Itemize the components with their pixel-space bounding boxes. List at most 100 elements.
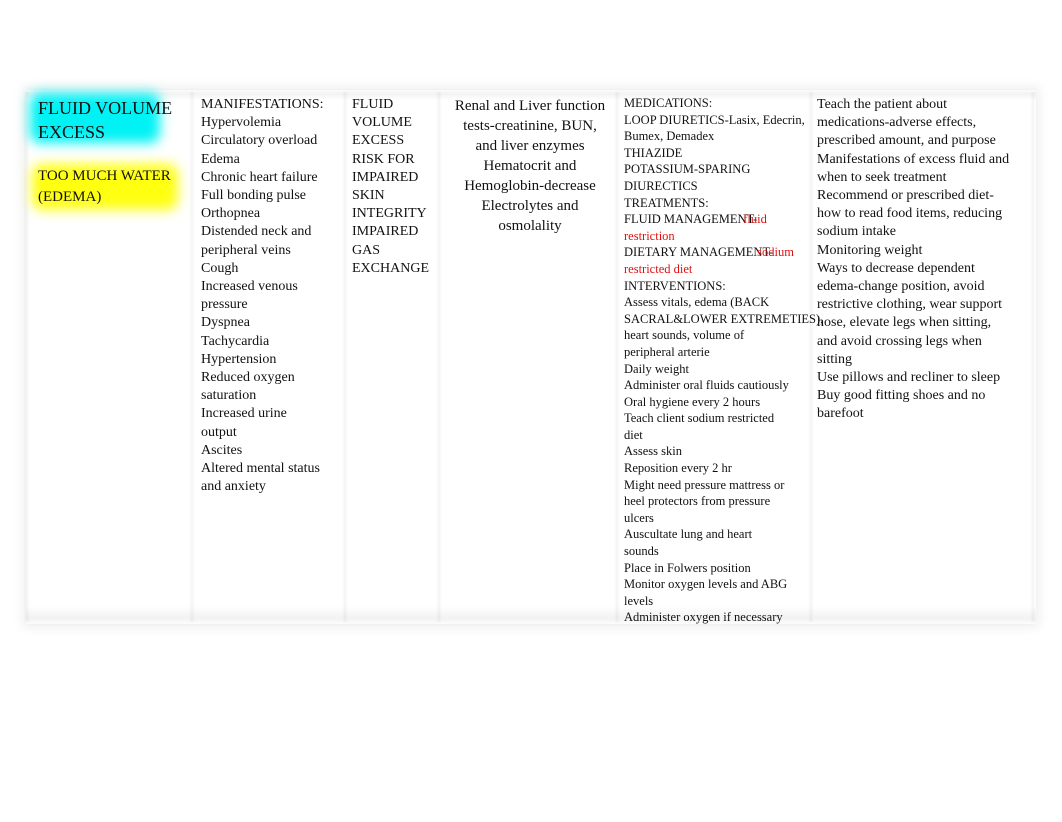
- intervention-line: Place in Folwers position: [624, 560, 751, 575]
- lab-tests-list: Renal and Liver function tests-creatinine…: [446, 96, 614, 236]
- manifestation-item: Increased urine: [201, 406, 287, 422]
- nursing-diagnosis-line: EXCHANGE: [352, 260, 429, 276]
- teaching-line: prescribed amount, and purpose: [817, 133, 996, 149]
- dietary-management-label: DIETARY MANAGEMENT-: [624, 245, 774, 260]
- teaching-line: Ways to decrease dependent: [817, 260, 975, 276]
- intervention-line: Administer oral fluids cautiously: [624, 378, 789, 393]
- manifestations-list: Hypervolemia Circulatory overload Edema Chr…: [201, 114, 341, 496]
- intervention-line: Assess vitals, edema (BACK: [624, 295, 770, 310]
- intervention-line: SACRAL&LOWER EXTREMETIES),: [624, 311, 824, 326]
- medication-line: Bumex, Demadex: [624, 129, 715, 144]
- fluid-management-value: fluid: [743, 212, 767, 227]
- nursing-diagnosis-line: INTEGRITY: [352, 206, 427, 222]
- diagnosis-title-line: EXCESS: [38, 122, 106, 142]
- manifestation-item: saturation: [201, 388, 257, 404]
- intervention-line: peripheral arterie: [624, 344, 710, 359]
- manifestation-item: Hypertension: [201, 351, 277, 367]
- lab-test-line: and liver enzymes: [475, 138, 585, 154]
- lab-test-line: Hemoglobin-decrease: [464, 178, 596, 194]
- teaching-line: when to seek treatment: [817, 169, 947, 185]
- fluid-management-label: FLUID MANAGEMENT-: [624, 212, 758, 227]
- teaching-line: restrictive clothing, wear support: [817, 297, 1003, 313]
- medication-line: POTASSIUM-SPARING: [624, 162, 751, 177]
- nursing-diagnosis-line: IMPAIRED: [352, 169, 419, 185]
- manifestation-item: Ascites: [201, 442, 243, 458]
- medications-heading: MEDICATIONS:: [624, 96, 713, 110]
- diagnosis-subtitle-line: (EDEMA): [38, 189, 102, 205]
- intervention-line: Assess skin: [624, 444, 682, 459]
- intervention-line: Administer oxygen if necessary: [624, 610, 783, 625]
- diagnosis-subtitle: TOO MUCH WATER (EDEMA): [38, 166, 188, 208]
- manifestations-heading: MANIFESTATIONS:: [201, 97, 324, 112]
- teaching-line: Manifestations of excess fluid and: [817, 151, 1010, 167]
- lab-test-line: Renal and Liver function: [454, 98, 606, 114]
- teaching-line: Teach the patient about: [817, 97, 948, 112]
- manifestation-item: and anxiety: [201, 479, 266, 495]
- medication-line: THIAZIDE: [624, 145, 683, 160]
- medication-line: DIURECTICS: [624, 178, 698, 193]
- intervention-line: Auscultate lung and heart: [624, 527, 753, 542]
- column-divider: [24, 92, 30, 622]
- diagnosis-title-line: FLUID VOLUME: [38, 98, 173, 118]
- lab-test-line: tests-creatinine, BUN,: [463, 118, 597, 134]
- nursing-diagnosis-line: GAS: [352, 242, 381, 258]
- intervention-line: Reposition every 2 hr: [624, 461, 732, 476]
- intervention-line: diet: [624, 427, 643, 442]
- lab-test-line: Hematocrit and: [483, 158, 577, 174]
- medication-line: LOOP DIURETICS-Lasix, Edecrin,: [624, 112, 805, 127]
- diagnosis-title: FLUID VOLUME EXCESS: [38, 96, 188, 144]
- nursing-diagnosis-line: IMPAIRED: [352, 224, 419, 240]
- teaching-line: barefoot: [817, 406, 864, 422]
- teaching-line: Buy good fitting shoes and no: [817, 388, 986, 404]
- nursing-diagnosis-line: VOLUME: [352, 115, 412, 131]
- teaching-line: sodium intake: [817, 224, 896, 240]
- manifestation-item: Distended neck and: [201, 224, 312, 240]
- dietary-management-value: sodium: [757, 245, 794, 260]
- intervention-line: Monitor oxygen levels and ABG: [624, 577, 788, 592]
- manifestation-item: Edema: [201, 151, 240, 167]
- lab-tests-column: Renal and Liver function tests-creatinine…: [446, 96, 614, 626]
- manifestation-item: Cough: [201, 260, 239, 276]
- dietary-management-row: DIETARY MANAGEMENT-sodium: [624, 244, 814, 261]
- nursing-diagnosis-line: FLUID: [352, 97, 394, 112]
- manifestation-item: Hypervolemia: [201, 115, 282, 131]
- intervention-line: sounds: [624, 544, 659, 559]
- nursing-diagnosis-line: SKIN: [352, 188, 385, 204]
- fluid-management-value-cont: restriction: [624, 228, 675, 243]
- intervention-line: heel protectors from pressure: [624, 494, 771, 509]
- dietary-management-value-cont: restricted diet: [624, 261, 693, 276]
- intervention-line: ulcers: [624, 510, 654, 525]
- interventions-heading: INTERVENTIONS:: [624, 278, 726, 293]
- nursing-diagnosis-line: RISK FOR: [352, 151, 415, 167]
- nursing-diagnoses-column: FLUID VOLUME EXCESS RISK FOR IMPAIRED SKIN INT…: [352, 96, 442, 626]
- manifestation-item: Altered mental status: [201, 461, 320, 477]
- manifestation-item: Full bonding pulse: [201, 188, 307, 204]
- interventions-list: Assess vitals, edema (BACK SACRAL&LOWER E…: [624, 294, 824, 626]
- fluid-management-row: FLUID MANAGEMENT-fluid: [624, 211, 814, 228]
- intervention-line: Teach client sodium restricted: [624, 411, 775, 426]
- medications-list: LOOP DIURETICS-Lasix, Edecrin, Bumex, Dem…: [624, 112, 814, 195]
- intervention-line: levels: [624, 593, 654, 608]
- intervention-line: Might need pressure mattress or: [624, 477, 785, 492]
- manifestation-item: output: [201, 424, 237, 440]
- teaching-column: Teach the patient about medications-adver…: [817, 96, 1032, 626]
- teaching-line: Monitoring weight: [817, 242, 923, 258]
- teaching-line: medications-adverse effects,: [817, 115, 977, 131]
- teaching-line: Use pillows and recliner to sleep: [817, 370, 1001, 386]
- teaching-list: Teach the patient about medications-adver…: [817, 96, 1032, 424]
- manifestation-item: Orthopnea: [201, 206, 261, 222]
- teaching-line: sitting: [817, 351, 853, 367]
- manifestation-item: Tachycardia: [201, 333, 270, 349]
- column-divider: [614, 92, 620, 622]
- intervention-line: Daily weight: [624, 361, 689, 376]
- intervention-line: heart sounds, volume of: [624, 328, 745, 343]
- manifestation-item: pressure: [201, 297, 248, 313]
- column-divider: [342, 92, 348, 622]
- teaching-line: hose, elevate legs when sitting,: [817, 315, 992, 331]
- manifestation-item: peripheral veins: [201, 242, 291, 258]
- manifestations-column: MANIFESTATIONS: Hypervolemia Circulatory …: [201, 96, 341, 626]
- nursing-diagnoses-list: FLUID VOLUME EXCESS RISK FOR IMPAIRED SKIN INT…: [352, 96, 442, 278]
- teaching-line: how to read food items, reducing: [817, 206, 1003, 222]
- lab-test-line: Electrolytes and: [481, 198, 579, 214]
- teaching-line: Recommend or prescribed diet-: [817, 188, 994, 204]
